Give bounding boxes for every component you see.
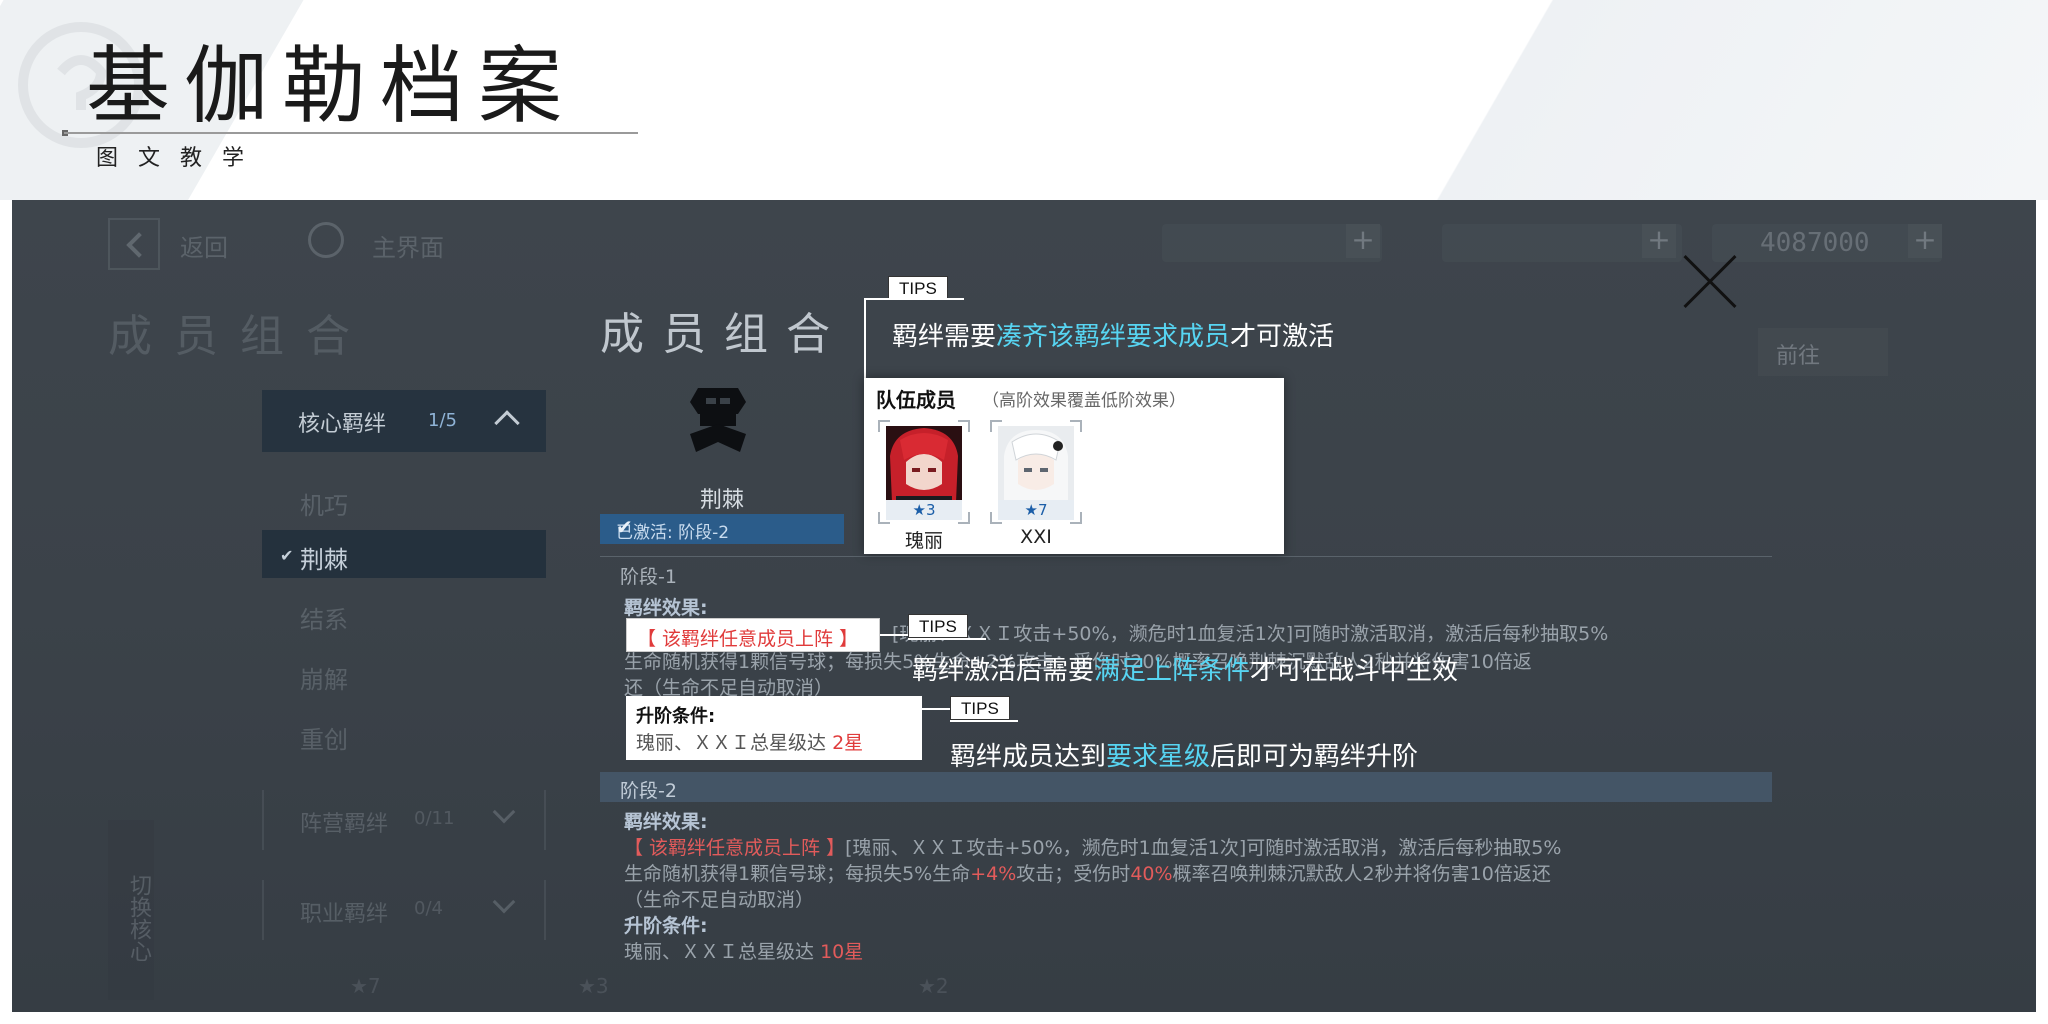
character-portrait-xxi: [998, 426, 1074, 502]
checkmark-icon: ✔: [616, 515, 633, 539]
menu-item-jingji[interactable]: ✔ 荆棘: [262, 530, 546, 578]
team-members-card: 队伍成员 （高阶效果覆盖低阶效果） ★3 瑰丽 ★7 XXI: [864, 378, 1284, 554]
stage-2-effect-line-1: 【 该羁绊任意成员上阵 】[瑰丽、ＸＸＩ攻击+50%，濒危时1血复活1次]可随时…: [624, 837, 1562, 859]
tips-connector: [864, 298, 866, 380]
decor-shape-right: [1348, 0, 2048, 200]
menu-item-jiexi[interactable]: 结系: [262, 590, 546, 638]
camp-bond-count: 0/11: [414, 808, 455, 829]
page-heading: 成员组合: [108, 311, 372, 362]
core-bond-label: 核心羁绊: [298, 412, 387, 437]
tips-connector: [908, 638, 986, 640]
menu-item-label: 结系: [300, 606, 348, 634]
chevron-down-icon: [492, 890, 516, 914]
member-name: 瑰丽: [904, 530, 943, 552]
thorn-faction-icon: [690, 388, 746, 452]
tip-3-text: 羁绊成员达到要求星级后即可为羁绊升阶: [950, 742, 1419, 772]
tips-tag: TIPS: [908, 614, 968, 638]
goto-button[interactable]: 前往: [1758, 328, 1888, 376]
member-slot[interactable]: ★7 XXI: [984, 420, 1088, 550]
home-icon[interactable]: [308, 222, 344, 258]
tips-connector: [922, 708, 950, 710]
stage-2-effect-line-2: 生命随机获得1颗信号球；每损失5%生命+4%攻击；受伤时40%概率召唤荆棘沉默敌…: [624, 863, 1551, 885]
panel-title: 成员组合: [600, 309, 848, 360]
add-resource-button[interactable]: +: [1642, 224, 1676, 258]
team-members-subtitle: （高阶效果覆盖低阶效果）: [982, 391, 1186, 411]
upgrade-condition-box: 升阶条件: 瑰丽、ＸＸＩ总星级达 2星: [626, 696, 922, 760]
job-bond-count: 0/4: [414, 898, 443, 919]
stage-2-header: 阶段-2: [600, 772, 1772, 802]
menu-item-label: 崩解: [300, 666, 348, 694]
stage-2-upgrade-label: 升阶条件:: [624, 915, 708, 937]
stage-1-effect-line-1: [瑰丽、ＸＸＩ攻击+50%，濒危时1血复活1次]可随时激活取消，激活后每秒抽取5…: [892, 623, 1609, 645]
tip-1-text: 羁绊需要凑齐该羁绊要求成员才可激活: [892, 322, 1335, 352]
stage-2-effect-label: 羁绊效果:: [624, 811, 708, 833]
chevron-down-icon: [492, 800, 516, 824]
active-status-bar: 已激活: 阶段-2 ✔: [600, 514, 844, 544]
menu-item-label: 荆棘: [300, 546, 348, 574]
job-bond-group[interactable]: 职业羁绊 0/4: [262, 880, 546, 940]
member-name: XXI: [1020, 526, 1052, 548]
back-label: 返回: [180, 234, 228, 262]
tip-2-text: 羁绊激活后需要满足上阵条件才可在战斗中生效: [912, 656, 1459, 686]
home-label: 主界面: [372, 234, 444, 262]
bottom-character-strip: ★7 ★3 ★2: [12, 960, 2036, 1012]
menu-item-jiqiao[interactable]: 机巧: [262, 476, 546, 524]
job-bond-label: 职业羁绊: [300, 902, 389, 927]
member-frame: ★3: [878, 420, 970, 524]
upgrade-condition-text: 瑰丽、ＸＸＩ总星级达 2星: [636, 732, 864, 754]
tips-tag: TIPS: [888, 276, 948, 300]
goto-button-label: 前往: [1776, 344, 1821, 369]
back-button[interactable]: [108, 218, 160, 270]
member-frame: ★7: [990, 420, 1082, 524]
tips-tag: TIPS: [950, 696, 1010, 720]
deploy-condition-text: 【 该羁绊任意成员上阵 】: [637, 628, 859, 650]
slide-title: 基伽勒档案: [86, 37, 577, 135]
character-portrait-guili: [886, 426, 962, 502]
tips-connector: [950, 720, 1018, 722]
character-name: 荆棘: [700, 488, 745, 513]
core-bond-count: 1/5: [428, 410, 457, 431]
stage-2-label: 阶段-2: [620, 780, 677, 802]
check-icon: ✔: [280, 546, 294, 565]
camp-bond-group[interactable]: 阵营羁绊 0/11: [262, 790, 546, 850]
camp-bond-label: 阵营羁绊: [300, 812, 389, 837]
strip-stars: ★7: [350, 974, 381, 998]
upgrade-condition-label: 升阶条件:: [636, 706, 716, 727]
stage-1-label: 阶段-1: [620, 566, 677, 588]
menu-item-label: 机巧: [300, 492, 348, 520]
close-icon[interactable]: [1680, 252, 1740, 312]
menu-item-bengjie[interactable]: 崩解: [262, 650, 546, 698]
add-resource-button[interactable]: +: [1346, 224, 1380, 258]
tips-connector: [864, 298, 964, 300]
menu-item-zhongchuang[interactable]: 重创: [262, 710, 546, 758]
member-stars: ★3: [886, 500, 962, 520]
chevron-up-icon: [494, 410, 520, 436]
strip-stars: ★3: [578, 974, 609, 998]
team-members-title: 队伍成员: [876, 388, 956, 412]
title-rule: [64, 132, 638, 134]
core-bond-header[interactable]: 核心羁绊 1/5: [262, 390, 546, 452]
stage-2-effect-line-3: （生命不足自动取消）: [624, 889, 815, 911]
slide-subtitle: 图文教学: [96, 146, 265, 171]
member-slot[interactable]: ★3 瑰丽: [872, 420, 976, 552]
member-stars: ★7: [998, 500, 1074, 520]
currency-value: 4087000: [1760, 228, 1870, 258]
panel-divider: [600, 556, 1772, 557]
add-currency-button[interactable]: +: [1908, 224, 1942, 258]
deploy-condition-box: 【 该羁绊任意成员上阵 】: [626, 618, 880, 652]
menu-item-label: 重创: [300, 726, 348, 754]
tips-connector: [880, 634, 908, 636]
game-screenshot: 返回 主界面 + + 4087000 + 成员组合 前往 切换核心 核心羁绊 1…: [12, 200, 2036, 1012]
strip-stars: ★2: [918, 974, 949, 998]
